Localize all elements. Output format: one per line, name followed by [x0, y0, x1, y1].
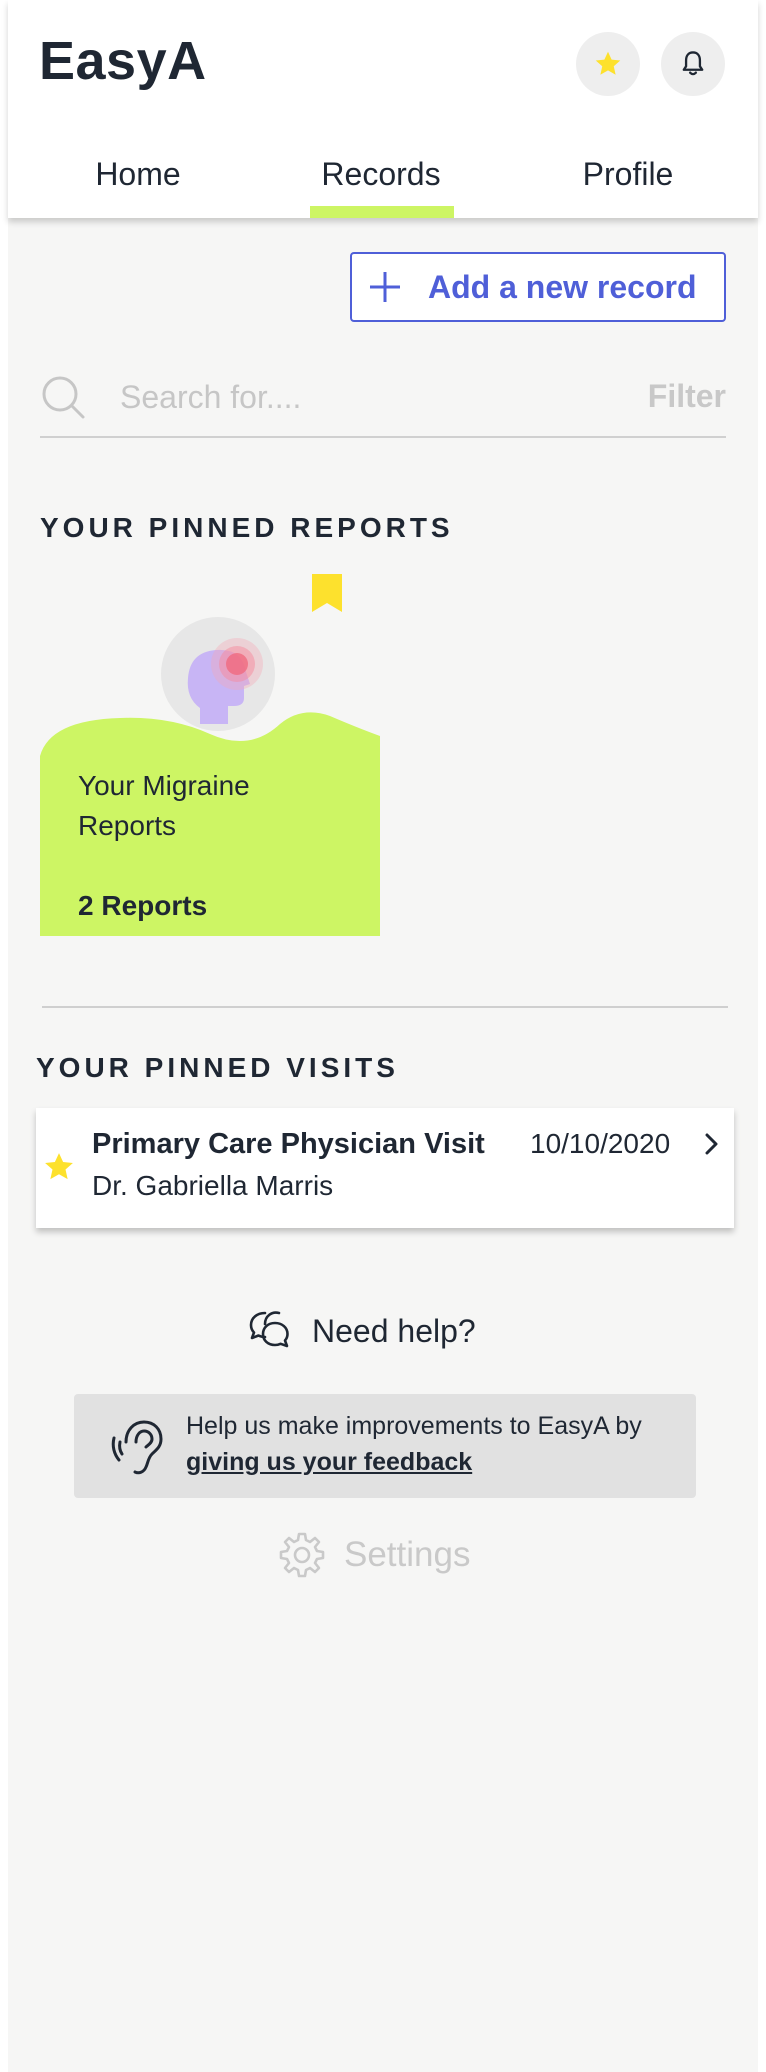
report-card-migraine[interactable]: Your Migraine Reports 2 Reports — [40, 570, 380, 936]
visit-date: 10/10/2020 — [530, 1128, 671, 1159]
star-icon[interactable] — [42, 1150, 76, 1184]
active-tab-indicator — [310, 206, 454, 218]
need-help-label: Need help? — [312, 1312, 476, 1349]
pinned-reports-heading: YOUR PINNED REPORTS — [40, 512, 454, 543]
notifications-button[interactable] — [661, 32, 725, 96]
search-icon — [42, 376, 85, 419]
feedback-banner: Help us make improvements to EasyA by gi… — [74, 1394, 696, 1498]
section-divider — [42, 1006, 728, 1008]
feedback-text: Help us make improvements to EasyA by gi… — [186, 1408, 656, 1480]
report-count: 2 Reports — [78, 890, 208, 921]
visit-card[interactable]: Primary Care Physician Visit Dr. Gabriel… — [36, 1108, 734, 1228]
feedback-link[interactable]: giving us your feedback — [186, 1448, 472, 1476]
need-help-link[interactable]: Need help? — [248, 1306, 476, 1356]
ear-icon — [111, 1420, 163, 1475]
bookmark-icon[interactable] — [310, 572, 344, 614]
feedback-message: Help us make improvements to EasyA by — [186, 1412, 642, 1440]
tab-profile[interactable]: Profile — [548, 146, 708, 218]
bell-icon — [682, 51, 704, 76]
chevron-right-icon[interactable] — [702, 1130, 722, 1158]
star-icon — [595, 51, 621, 75]
search-bar: Filter — [40, 366, 726, 438]
visit-title: Primary Care Physician Visit — [92, 1128, 485, 1160]
settings-label: Settings — [344, 1535, 471, 1574]
report-name: Your Migraine Reports — [78, 770, 250, 841]
gear-icon — [279, 1532, 325, 1578]
favorites-button[interactable] — [576, 32, 640, 96]
pinned-visits-heading: YOUR PINNED VISITS — [36, 1052, 399, 1083]
search-input[interactable] — [120, 372, 560, 422]
filter-button[interactable]: Filter — [648, 378, 726, 415]
visit-doctor: Dr. Gabriella Marris — [92, 1170, 334, 1201]
settings-link[interactable]: Settings — [278, 1530, 470, 1580]
app-logo: EasyA — [39, 31, 207, 91]
app-header: EasyA Home Records Profile — [8, 0, 758, 218]
plus-icon — [370, 272, 400, 302]
chat-bubbles-icon — [249, 1311, 289, 1348]
app-screen: EasyA Home Records Profile Add a new rec… — [8, 0, 758, 2072]
add-record-button[interactable]: Add a new record — [350, 252, 726, 322]
tab-home[interactable]: Home — [68, 146, 208, 218]
add-record-label: Add a new record — [428, 268, 697, 305]
